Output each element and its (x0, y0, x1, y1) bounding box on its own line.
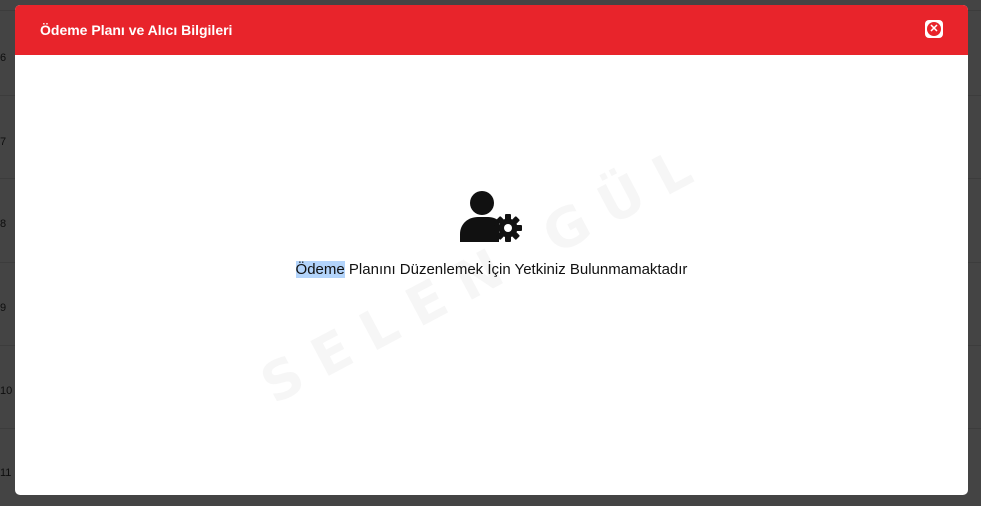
close-button[interactable]: ✕ (925, 20, 943, 38)
modal-header: Ödeme Planı ve Alıcı Bilgileri ✕ (15, 5, 968, 55)
payment-plan-modal: Ödeme Planı ve Alıcı Bilgileri ✕ SELEN G… (15, 5, 968, 495)
user-gear-icon (460, 191, 522, 242)
selected-text: Ödeme (295, 261, 345, 278)
modal-title: Ödeme Planı ve Alıcı Bilgileri (40, 22, 233, 38)
message-text: Planını Düzenlemek İçin Yetkiniz Bulunma… (344, 261, 688, 278)
close-icon: ✕ (927, 22, 941, 36)
permission-message: Ödeme Planını Düzenlemek İçin Yetkiniz B… (15, 261, 968, 278)
